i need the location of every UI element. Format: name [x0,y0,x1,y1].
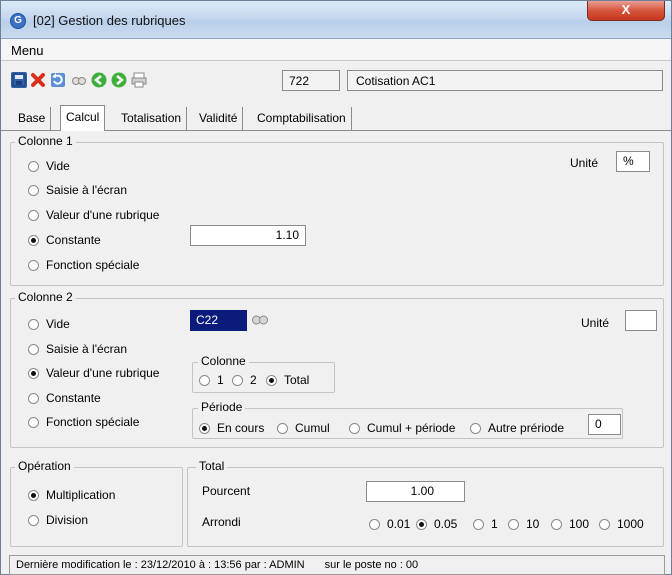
colonne2-option-constante[interactable]: Constante [28,391,101,405]
radio-icon[interactable] [369,518,380,530]
radio-icon[interactable] [473,518,484,530]
radio-icon[interactable] [199,422,210,434]
radio-icon[interactable] [470,422,481,434]
menu-bar: Menu [1,39,671,61]
radio-icon[interactable] [28,184,39,196]
colonne1-option-saisie[interactable]: Saisie à l'écran [28,183,127,197]
colonne1-unite-input[interactable]: % [616,151,650,172]
status-workstation: sur le poste no : 00 [324,559,419,571]
arrondi-option-10[interactable]: 10 [508,517,539,531]
save-icon[interactable] [11,72,27,88]
colonne1-legend: Colonne 1 [15,134,76,148]
rubrique-label-field[interactable]: Cotisation AC1 [347,70,663,91]
arrondi-option-0-05[interactable]: 0.05 [416,517,457,531]
main-window: G [02] Gestion des rubriques X Menu 722 [0,0,672,575]
tab-base[interactable]: Base [13,107,52,131]
periode-option-cumul[interactable]: Cumul [277,421,330,435]
colonne1-option-constante[interactable]: Constante [28,233,101,247]
radio-icon[interactable] [28,234,39,246]
menu-item-menu[interactable]: Menu [11,43,44,58]
rubrique-lookup-icon[interactable] [251,313,269,330]
tab-totalisation[interactable]: Totalisation [116,107,188,131]
close-button[interactable]: X [587,1,665,21]
radio-icon[interactable] [28,416,39,428]
total-group [187,467,664,547]
colonne2-option-saisie[interactable]: Saisie à l'écran [28,342,127,356]
tab-validite[interactable]: Validité [194,107,244,131]
periode-subgroup-legend: Période [198,400,246,414]
periode-option-autre[interactable]: Autre prériode [470,421,564,435]
radio-icon[interactable] [277,422,288,434]
colonne-option-1[interactable]: 1 [199,373,224,387]
window-title: [02] Gestion des rubriques [33,13,186,28]
arrondi-label: Arrondi [202,515,241,529]
print-icon[interactable] [131,72,147,88]
radio-icon[interactable] [416,518,427,530]
radio-icon[interactable] [551,518,562,530]
total-legend: Total [196,459,228,473]
periode-option-cumul-periode[interactable]: Cumul + période [349,421,455,435]
radio-icon[interactable] [599,518,610,530]
delete-icon[interactable] [30,72,46,88]
radio-icon[interactable] [28,209,39,221]
operation-option-multiplication[interactable]: Multiplication [28,488,115,502]
radio-icon[interactable] [349,422,360,434]
title-bar[interactable]: G [02] Gestion des rubriques X [1,1,671,39]
radio-icon[interactable] [28,259,39,271]
status-last-modified: Dernière modification le : 23/12/2010 à … [16,559,305,571]
next-icon[interactable] [111,72,127,88]
colonne2-unite-label: Unité [581,316,610,330]
radio-icon[interactable] [28,318,39,330]
radio-icon[interactable] [28,367,39,379]
periode-option-en-cours[interactable]: En cours [199,421,264,435]
radio-icon[interactable] [232,374,243,386]
radio-icon[interactable] [199,374,210,386]
radio-icon[interactable] [508,518,519,530]
colonne2-rubrique-field[interactable]: C22 [190,310,247,331]
colonne2-option-fonction[interactable]: Fonction spéciale [28,415,139,429]
radio-icon[interactable] [28,160,39,172]
arrondi-option-1000[interactable]: 1000 [599,517,644,531]
pourcent-input[interactable]: 1.00 [366,481,465,502]
radio-icon[interactable] [28,489,39,501]
radio-icon[interactable] [28,514,39,526]
operation-legend: Opération [15,459,74,473]
view-icon[interactable] [71,72,87,88]
rubrique-code-field[interactable]: 722 [282,70,340,91]
colonne1-option-fonction[interactable]: Fonction spéciale [28,258,139,272]
tab-comptabilisation[interactable]: Comptabilisation [252,107,352,131]
app-icon: G [10,13,26,29]
colonne-option-total[interactable]: Total [266,373,309,387]
radio-icon[interactable] [266,374,277,386]
periode-autre-input[interactable]: 0 [588,414,621,435]
arrondi-option-100[interactable]: 100 [551,517,589,531]
colonne-option-2[interactable]: 2 [232,373,257,387]
colonne1-option-valeur[interactable]: Valeur d'une rubrique [28,208,159,222]
colonne-subgroup-legend: Colonne [198,354,249,368]
colonne2-legend: Colonne 2 [15,290,76,304]
radio-icon[interactable] [28,392,39,404]
previous-icon[interactable] [91,72,107,88]
colonne2-unite-input[interactable] [625,310,657,331]
pourcent-label: Pourcent [202,484,251,498]
radio-icon[interactable] [28,343,39,355]
colonne1-constante-input[interactable]: 1.10 [190,225,306,246]
operation-option-division[interactable]: Division [28,513,88,527]
status-bar: Dernière modification le : 23/12/2010 à … [9,555,665,575]
operation-group [10,467,183,547]
colonne1-option-vide[interactable]: Vide [28,159,70,173]
toolbar: 722 Cotisation AC1 [1,61,671,101]
colonne2-option-vide[interactable]: Vide [28,317,70,331]
arrondi-option-0-01[interactable]: 0.01 [369,517,410,531]
arrondi-option-1[interactable]: 1 [473,517,498,531]
colonne2-option-valeur[interactable]: Valeur d'une rubrique [28,366,159,380]
refresh-icon[interactable] [50,72,66,88]
tab-calcul[interactable]: Calcul [60,105,106,131]
colonne1-unite-label: Unité [570,156,599,170]
